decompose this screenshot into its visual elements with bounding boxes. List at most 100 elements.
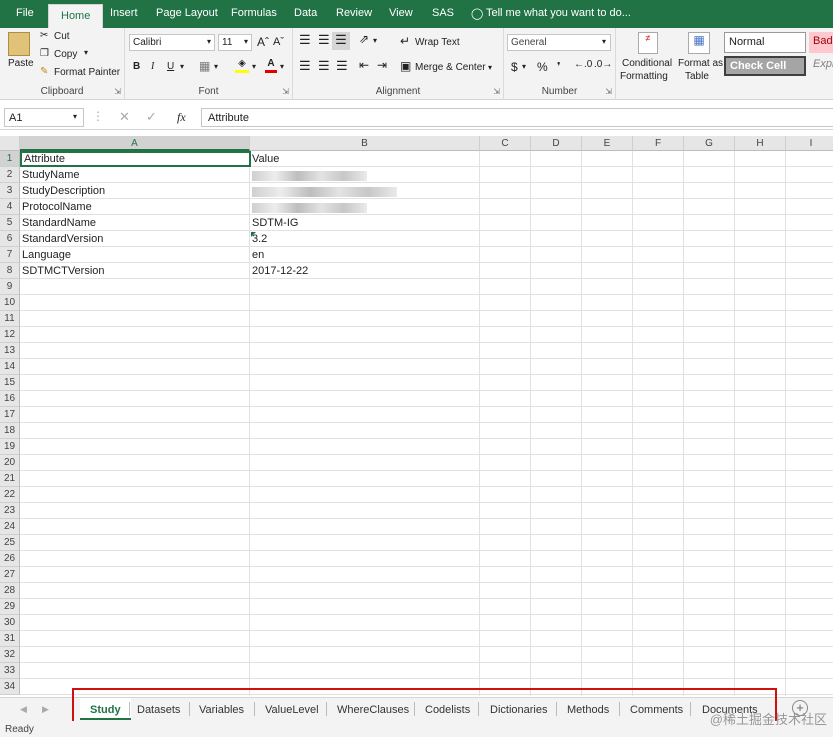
row-header-25[interactable]: 25 (0, 535, 20, 551)
align-right-icon[interactable]: ☰ (336, 58, 348, 74)
menu-review[interactable]: Review (336, 7, 372, 19)
conditional-formatting-icon[interactable]: ≠ (638, 32, 658, 54)
cancel-icon[interactable]: ✕ (119, 109, 130, 125)
column-header-b[interactable]: B (250, 136, 480, 151)
merge-dropdown-icon[interactable]: ▾ (488, 63, 492, 72)
style-check-cell[interactable]: Check Cell (724, 56, 806, 76)
style-explanatory[interactable]: Expl (809, 56, 833, 76)
font-launcher-icon[interactable]: ⇲ (282, 87, 289, 96)
font-name-select[interactable]: Calibri (129, 34, 215, 51)
row-header-6[interactable]: 6 (0, 231, 20, 247)
font-color-dropdown-icon[interactable]: ▾ (280, 62, 284, 71)
cut-button[interactable]: Cut (54, 31, 70, 42)
row-header-24[interactable]: 24 (0, 519, 20, 535)
font-name-dropdown-icon[interactable]: ▾ (207, 37, 211, 46)
row-header-15[interactable]: 15 (0, 375, 20, 391)
row-header-28[interactable]: 28 (0, 583, 20, 599)
paste-icon[interactable] (8, 32, 30, 56)
enter-icon[interactable]: ✓ (146, 109, 157, 125)
merge-center-icon[interactable]: ▣ (400, 59, 411, 73)
cell-b8[interactable]: 2017-12-22 (250, 263, 308, 279)
menu-formulas[interactable]: Formulas (231, 7, 277, 19)
row-header-23[interactable]: 23 (0, 503, 20, 519)
currency-dropdown-icon[interactable]: ▾ (522, 62, 526, 71)
row-header-18[interactable]: 18 (0, 423, 20, 439)
insert-function-button[interactable]: fx (177, 110, 186, 125)
column-header-i[interactable]: I (786, 136, 833, 151)
cell-b2-redacted[interactable] (252, 171, 367, 181)
borders-icon[interactable]: ▦ (199, 59, 210, 73)
row-header-27[interactable]: 27 (0, 567, 20, 583)
row-header-5[interactable]: 5 (0, 215, 20, 231)
number-format-dropdown-icon[interactable]: ▾ (602, 37, 606, 46)
cell-b1[interactable]: Value (250, 151, 279, 167)
borders-dropdown-icon[interactable]: ▾ (214, 62, 218, 71)
cell-a4[interactable]: ProtocolName (20, 199, 92, 215)
row-header-13[interactable]: 13 (0, 343, 20, 359)
increase-decimal-icon[interactable]: ←.0 (574, 59, 592, 70)
cell-b5[interactable]: SDTM-IG (250, 215, 298, 231)
menu-page-layout[interactable]: Page Layout (156, 7, 218, 19)
alignment-launcher-icon[interactable]: ⇲ (493, 87, 500, 96)
font-size-dropdown-icon[interactable]: ▾ (244, 37, 248, 46)
row-header-14[interactable]: 14 (0, 359, 20, 375)
underline-dropdown-icon[interactable]: ▾ (180, 62, 184, 71)
wrap-text-icon[interactable]: ↵ (400, 34, 410, 48)
font-color-icon[interactable]: A (265, 58, 277, 73)
row-header-4[interactable]: 4 (0, 199, 20, 215)
format-as-table-icon[interactable]: ▦ (688, 32, 710, 54)
format-as-label[interactable]: Format as (678, 58, 723, 69)
cell-b7[interactable]: en (250, 247, 264, 263)
number-launcher-icon[interactable]: ⇲ (605, 87, 612, 96)
row-header-19[interactable]: 19 (0, 439, 20, 455)
column-header-e[interactable]: E (582, 136, 633, 151)
currency-button[interactable]: $ (511, 60, 518, 74)
menu-sas[interactable]: SAS (432, 7, 454, 19)
row-header-21[interactable]: 21 (0, 471, 20, 487)
formula-input[interactable]: Attribute (201, 108, 833, 127)
select-all-corner[interactable] (0, 136, 20, 151)
menu-home[interactable]: Home (48, 4, 104, 28)
cell-a8[interactable]: SDTMCTVersion (20, 263, 105, 279)
percent-button[interactable]: % (537, 60, 548, 74)
row-header-20[interactable]: 20 (0, 455, 20, 471)
decrease-indent-icon[interactable]: ⇤ (359, 58, 369, 72)
error-indicator-icon[interactable] (251, 232, 256, 237)
column-header-f[interactable]: F (633, 136, 684, 151)
increase-indent-icon[interactable]: ⇥ (377, 58, 387, 72)
format-painter-button[interactable]: Format Painter (54, 67, 120, 78)
number-format-select[interactable]: General (507, 34, 611, 51)
cell-b4-redacted[interactable] (252, 203, 367, 213)
fill-dropdown-icon[interactable]: ▾ (252, 62, 256, 71)
cell-b3-redacted[interactable] (252, 187, 397, 197)
orientation-icon[interactable]: ⇗ (359, 32, 369, 46)
column-header-a[interactable]: A (20, 136, 250, 151)
fill-color-icon[interactable]: ◈ (235, 58, 249, 73)
row-header-32[interactable]: 32 (0, 647, 20, 663)
row-header-10[interactable]: 10 (0, 295, 20, 311)
row-header-33[interactable]: 33 (0, 663, 20, 679)
menu-file[interactable]: File (16, 7, 34, 19)
increase-font-icon[interactable]: Aˆ (257, 35, 269, 49)
underline-icon[interactable]: U (167, 61, 174, 72)
cell-a5[interactable]: StandardName (20, 215, 96, 231)
align-left-icon[interactable]: ☰ (299, 58, 311, 74)
align-center-icon[interactable]: ☰ (318, 58, 330, 74)
scroll-right-icon[interactable]: ▶ (42, 704, 49, 715)
cell-a7[interactable]: Language (20, 247, 71, 263)
cut-icon[interactable]: ✂ (40, 30, 48, 41)
top-align-icon[interactable]: ☰ (299, 32, 311, 48)
row-header-2[interactable]: 2 (0, 167, 20, 183)
copy-dropdown-icon[interactable]: ▾ (84, 48, 88, 57)
format-as-table-button[interactable]: Table (685, 71, 709, 82)
cell-a1[interactable]: Attribute (20, 151, 251, 167)
cell-a3[interactable]: StudyDescription (20, 183, 105, 199)
name-box[interactable]: A1 (4, 108, 84, 127)
menu-view[interactable]: View (389, 7, 413, 19)
cell-a6[interactable]: StandardVersion (20, 231, 103, 247)
decrease-decimal-icon[interactable]: .0→ (594, 59, 612, 70)
style-normal[interactable]: Normal (724, 32, 806, 53)
tell-me-search[interactable]: Tell me what you want to do... (486, 7, 631, 19)
name-box-dropdown-icon[interactable]: ▾ (73, 112, 77, 121)
column-header-g[interactable]: G (684, 136, 735, 151)
